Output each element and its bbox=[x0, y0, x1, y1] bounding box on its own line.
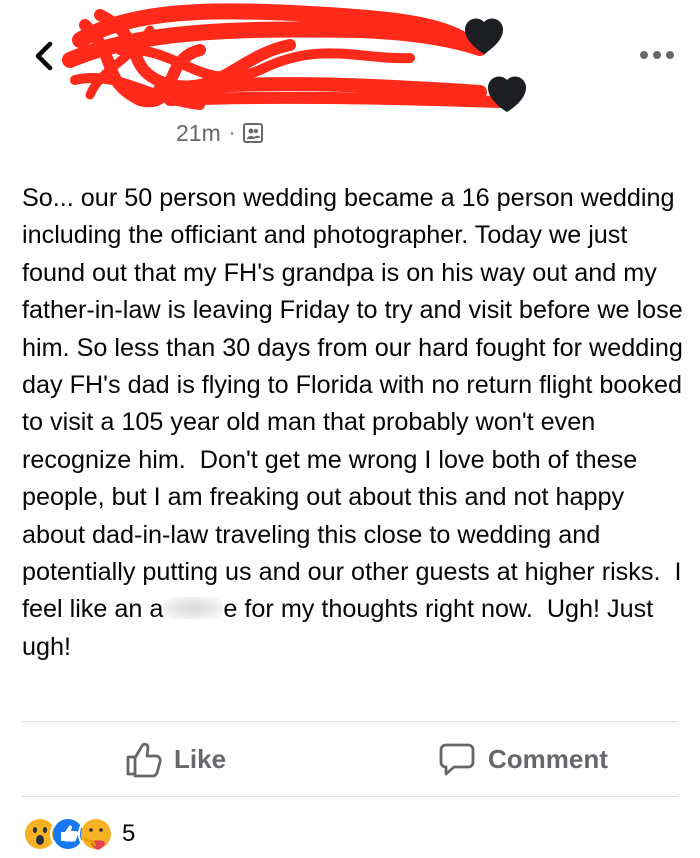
blurred-word bbox=[163, 597, 224, 620]
meta-separator: · bbox=[228, 121, 236, 144]
more-options-button[interactable] bbox=[632, 40, 682, 70]
dot bbox=[653, 51, 661, 59]
post-header: 21m · bbox=[0, 0, 700, 160]
dot bbox=[640, 51, 648, 59]
post-actions: Like Comment bbox=[0, 722, 700, 796]
post-text-part-1: So... our 50 person wedding became a 16 … bbox=[22, 184, 690, 624]
post-body: So... our 50 person wedding became a 16 … bbox=[22, 180, 684, 666]
dot bbox=[666, 51, 674, 59]
thumbs-up-icon bbox=[126, 742, 162, 778]
redacted-author-name bbox=[62, 3, 527, 112]
reaction-count: 5 bbox=[122, 820, 136, 847]
reaction-summary[interactable]: 5 bbox=[22, 812, 135, 856]
post-meta: 21m · bbox=[176, 118, 264, 148]
friends-icon bbox=[243, 123, 264, 143]
comment-label: Comment bbox=[488, 743, 608, 774]
care-reaction-icon bbox=[78, 816, 114, 852]
like-button[interactable]: Like bbox=[124, 722, 226, 796]
divider-bottom bbox=[22, 796, 678, 797]
chevron-left-icon bbox=[35, 41, 53, 71]
comment-icon bbox=[439, 743, 475, 776]
comment-button[interactable]: Comment bbox=[438, 722, 608, 796]
post-timestamp: 21m bbox=[176, 119, 221, 146]
back-button[interactable] bbox=[24, 36, 64, 76]
like-label: Like bbox=[174, 743, 227, 774]
